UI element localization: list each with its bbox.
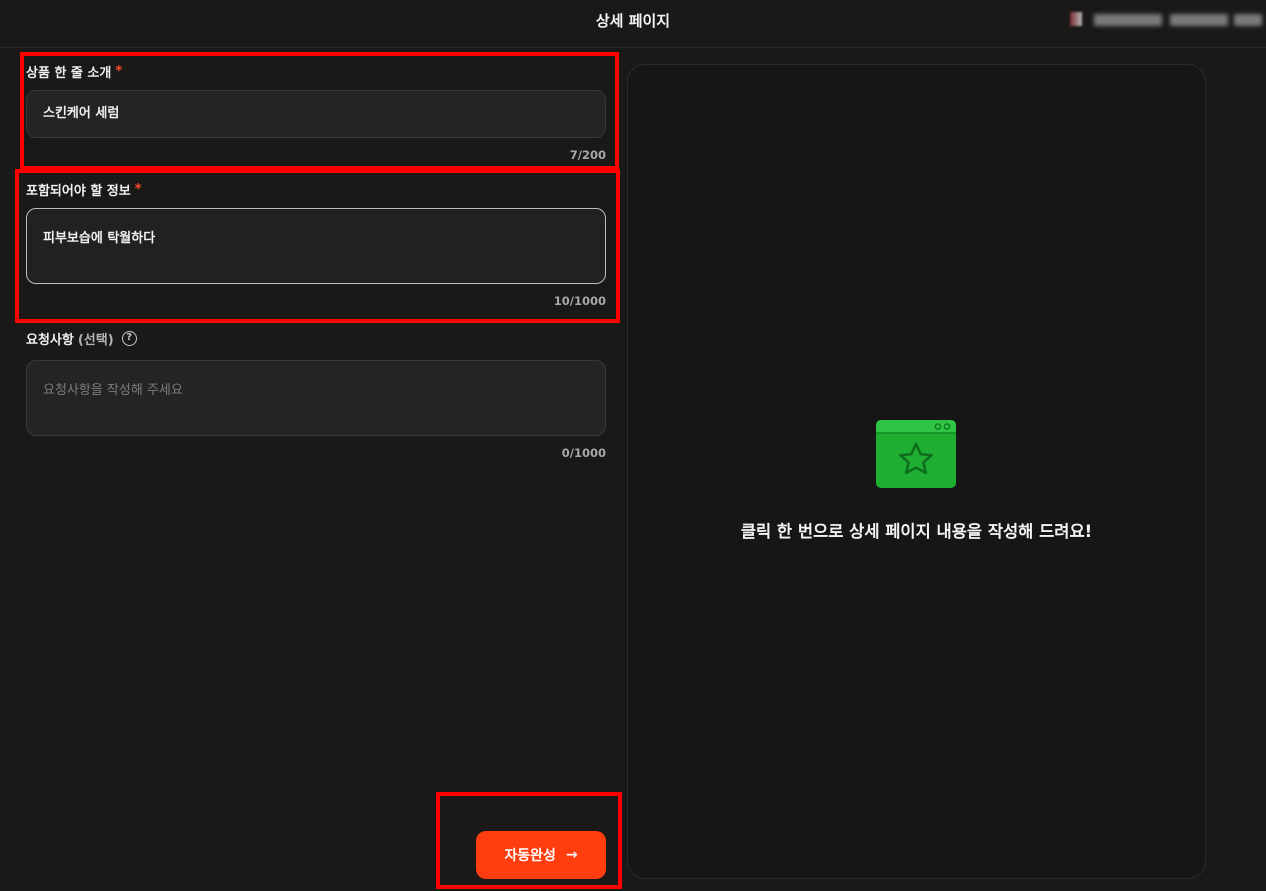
request-textarea[interactable]: 요청사항을 작성해 주세요 — [26, 360, 606, 436]
optional-tag: (선택) — [77, 333, 114, 348]
avatar[interactable] — [1070, 12, 1082, 26]
request-field: 요청사항 (선택) ? 요청사항을 작성해 주세요 0/1000 — [26, 329, 606, 463]
help-icon[interactable]: ? — [121, 331, 137, 346]
request-counter: 0/1000 — [561, 446, 606, 460]
preview-message: 클릭 한 번으로 상세 페이지 내용을 작성해 드려요! — [740, 522, 1093, 541]
top-bar: 상세 페이지 — [0, 0, 1266, 48]
user-account-area[interactable] — [1066, 10, 1266, 28]
highlight-box — [20, 52, 619, 170]
user-info-redacted — [1170, 14, 1228, 26]
window-star-icon — [876, 420, 956, 488]
highlight-box — [15, 169, 620, 323]
user-info-redacted — [1094, 14, 1162, 26]
user-info-redacted — [1234, 14, 1262, 26]
arrow-right-icon: → — [565, 847, 578, 863]
autocomplete-button[interactable]: 자동완성 → — [476, 831, 606, 879]
preview-panel: 클릭 한 번으로 상세 페이지 내용을 작성해 드려요! — [627, 64, 1206, 879]
request-label: 요청사항 (선택) ? — [26, 329, 606, 348]
